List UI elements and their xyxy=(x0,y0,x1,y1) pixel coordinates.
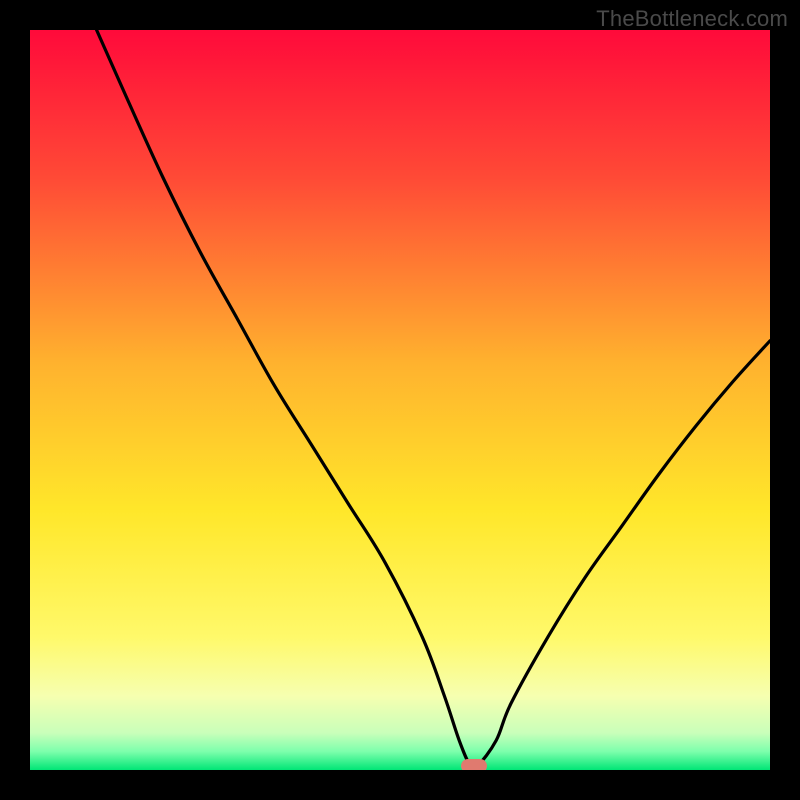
chart-frame: TheBottleneck.com xyxy=(0,0,800,800)
plot-area xyxy=(30,30,770,770)
minimum-marker xyxy=(461,759,487,770)
background-rect xyxy=(30,30,770,770)
chart-svg xyxy=(30,30,770,770)
watermark-text: TheBottleneck.com xyxy=(596,6,788,32)
